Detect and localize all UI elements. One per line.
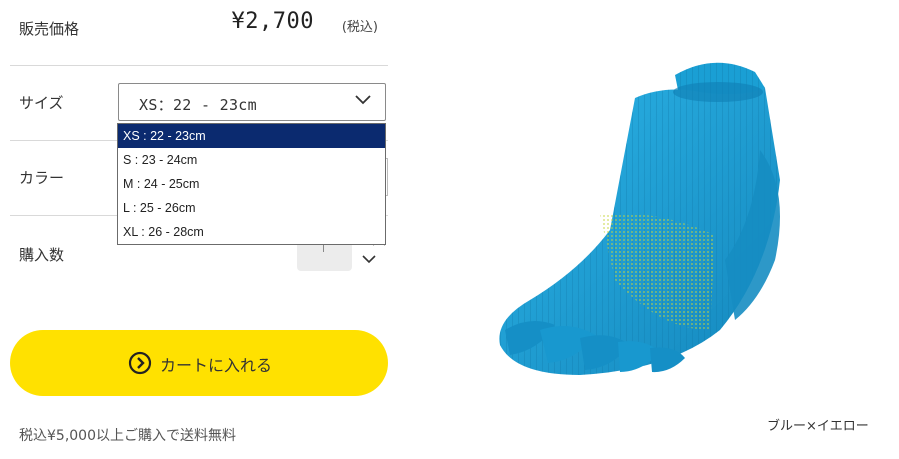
add-to-cart-label: カートに入れる	[160, 356, 273, 375]
product-image	[499, 62, 780, 375]
price-tax-note: (税込)	[341, 20, 378, 35]
color-label: カラー	[19, 169, 65, 187]
size-select[interactable]: XS：22 - 23cm	[118, 83, 386, 121]
size-option-m[interactable]: M : 24 - 25cm	[118, 172, 385, 196]
arrow-circle-icon	[128, 351, 152, 375]
size-option-xl[interactable]: XL : 26 - 28cm	[118, 220, 385, 244]
price-row: 販売価格 ¥2,700 (税込)	[10, 0, 388, 66]
chevron-down-icon	[355, 95, 371, 105]
product-color-caption: ブルー×イエロー	[767, 419, 869, 434]
price-value: ¥2,700	[231, 9, 314, 34]
chevron-down-icon[interactable]	[362, 254, 376, 264]
price-label: 販売価格	[19, 20, 80, 38]
add-to-cart-button[interactable]: カートに入れる	[10, 330, 388, 396]
size-dropdown-list: XS : 22 - 23cm S : 23 - 24cm M : 24 - 25…	[117, 123, 386, 245]
quantity-label: 購入数	[19, 246, 65, 264]
size-option-s[interactable]: S : 23 - 24cm	[118, 148, 385, 172]
free-shipping-note: 税込¥5,000以上ご購入で送料無料	[19, 428, 236, 444]
size-select-value: XS：22 - 23cm	[139, 96, 257, 114]
size-option-xs[interactable]: XS : 22 - 23cm	[118, 124, 385, 148]
size-label: サイズ	[19, 94, 64, 112]
product-purchase-page: 販売価格 ¥2,700 (税込) サイズ XS：22 - 23cm カラー 購入…	[0, 0, 899, 459]
size-option-l[interactable]: L : 25 - 26cm	[118, 196, 385, 220]
